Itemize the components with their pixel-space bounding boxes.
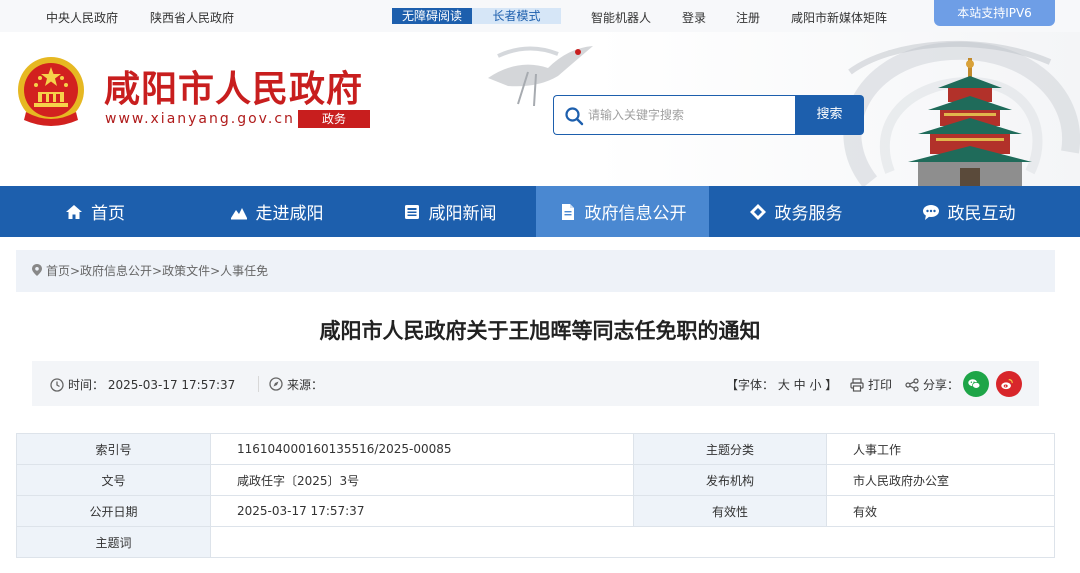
table-key: 发布机构 xyxy=(633,464,827,496)
table-value: 人事工作 xyxy=(826,433,1055,465)
table-key: 索引号 xyxy=(16,433,211,465)
robot-link[interactable]: 智能机器人 xyxy=(591,9,651,26)
table-key: 主题词 xyxy=(16,526,211,558)
printer-icon xyxy=(850,377,864,392)
share-group: 分享： xyxy=(905,376,959,393)
link-province-government[interactable]: 陕西省人民政府 xyxy=(150,9,234,26)
compass-icon xyxy=(269,377,283,391)
breadcrumb-text[interactable]: 首页>政府信息公开>政策文件>人事任免 xyxy=(46,264,268,278)
nav-label: 走进咸阳 xyxy=(255,204,324,224)
mountain-icon xyxy=(230,207,247,219)
search-icon xyxy=(565,107,584,126)
site-url: www.xianyang.gov.cn xyxy=(105,111,295,127)
table-key: 文号 xyxy=(16,464,211,496)
document-icon xyxy=(561,203,574,220)
article-title: 咸阳市人民政府关于王旭晖等同志任免职的通知 xyxy=(319,319,761,343)
table-key: 公开日期 xyxy=(16,495,211,527)
diamond-icon xyxy=(749,203,766,220)
table-key: 主题分类 xyxy=(633,433,827,465)
nav-government-services[interactable]: 政务服务 xyxy=(709,186,882,237)
national-emblem-icon xyxy=(18,57,84,126)
media-matrix-link[interactable]: 咸阳市新媒体矩阵 xyxy=(791,9,887,26)
article-meta-bar: 时间： 2025-03-17 17:57:37 来源： 【字体： 大 中 小 】… xyxy=(32,361,1039,406)
top-utility-bar: 中央人民政府 陕西省人民政府 无障碍阅读 长者模式 智能机器人 登录 注册 咸阳… xyxy=(0,0,1080,32)
time-label: 时间： xyxy=(68,378,105,392)
share-weibo-button[interactable] xyxy=(996,371,1022,397)
table-value: 市人民政府办公室 xyxy=(826,464,1055,496)
share-wechat-button[interactable] xyxy=(963,371,989,397)
nav-label: 咸阳新闻 xyxy=(428,204,497,224)
time-value: 2025-03-17 17:57:37 xyxy=(107,377,236,392)
newspaper-icon xyxy=(404,204,419,219)
print-label: 打印 xyxy=(868,378,893,392)
login-link[interactable]: 登录 xyxy=(682,9,706,26)
search-box xyxy=(553,95,796,135)
table-row: 文号 咸政任字〔2025〕3号 发布机构 市人民政府办公室 xyxy=(16,464,1055,496)
nav-xianyang-news[interactable]: 咸阳新闻 xyxy=(363,186,536,237)
site-name: 咸阳市人民政府 xyxy=(104,68,364,110)
font-size-control[interactable]: 【字体： 大 中 小 】 xyxy=(726,376,837,393)
location-pin-icon xyxy=(32,264,42,276)
document-info-table: 索引号 116104000160135516/2025-00085 主题分类 人… xyxy=(16,433,1055,558)
nav-label: 首页 xyxy=(91,204,125,224)
accessibility-button[interactable]: 无障碍阅读 xyxy=(392,8,472,24)
nav-label: 政民互动 xyxy=(947,204,1016,224)
table-value: 咸政任字〔2025〕3号 xyxy=(210,464,634,496)
nav-home[interactable]: 首页 xyxy=(0,186,190,237)
table-value xyxy=(210,526,1055,558)
publish-time: 时间： 2025-03-17 17:57:37 xyxy=(50,376,235,393)
accessibility-group: 无障碍阅读 长者模式 xyxy=(392,8,561,24)
site-header: 咸阳市人民政府 www.xianyang.gov.cn 政务 搜索 xyxy=(0,32,1080,186)
home-icon xyxy=(66,204,82,219)
article-source: 来源： xyxy=(258,376,323,392)
nav-government-info[interactable]: 政府信息公开 xyxy=(536,186,709,237)
main-nav: 首页 走进咸阳 咸阳新闻 政府信息公开 政务服务 政民互动 xyxy=(0,186,1080,237)
chat-icon xyxy=(922,204,939,220)
table-value: 有效 xyxy=(826,495,1055,527)
ipv6-badge[interactable]: 本站支持IPV6 xyxy=(934,0,1055,26)
nav-about-xianyang[interactable]: 走进咸阳 xyxy=(190,186,363,237)
nav-label: 政务服务 xyxy=(774,204,843,224)
wechat-icon xyxy=(968,379,981,389)
source-label: 来源： xyxy=(287,377,324,392)
table-row: 公开日期 2025-03-17 17:57:37 有效性 有效 xyxy=(16,495,1055,527)
search-button[interactable]: 搜索 xyxy=(795,95,864,135)
table-key: 有效性 xyxy=(633,495,827,527)
nav-label: 政府信息公开 xyxy=(584,204,687,224)
clock-icon xyxy=(50,377,64,392)
pagoda-tower-illustration xyxy=(908,58,1032,186)
search-input[interactable] xyxy=(588,96,788,134)
share-label: 分享： xyxy=(923,378,960,392)
elder-mode-button[interactable]: 长者模式 xyxy=(472,8,561,24)
register-link[interactable]: 注册 xyxy=(736,9,760,26)
breadcrumb: 首页>政府信息公开>政策文件>人事任免 xyxy=(16,250,1055,292)
table-value: 2025-03-17 17:57:37 xyxy=(210,495,634,527)
site-tag: 政务 xyxy=(298,110,370,128)
table-row: 主题词 xyxy=(16,526,1055,558)
nav-public-interaction[interactable]: 政民互动 xyxy=(882,186,1055,237)
table-value: 116104000160135516/2025-00085 xyxy=(210,433,634,465)
weibo-icon xyxy=(1001,379,1013,390)
share-icon xyxy=(905,377,919,392)
print-button[interactable]: 打印 xyxy=(850,376,892,393)
table-row: 索引号 116104000160135516/2025-00085 主题分类 人… xyxy=(16,433,1055,465)
link-central-government[interactable]: 中央人民政府 xyxy=(46,9,118,26)
